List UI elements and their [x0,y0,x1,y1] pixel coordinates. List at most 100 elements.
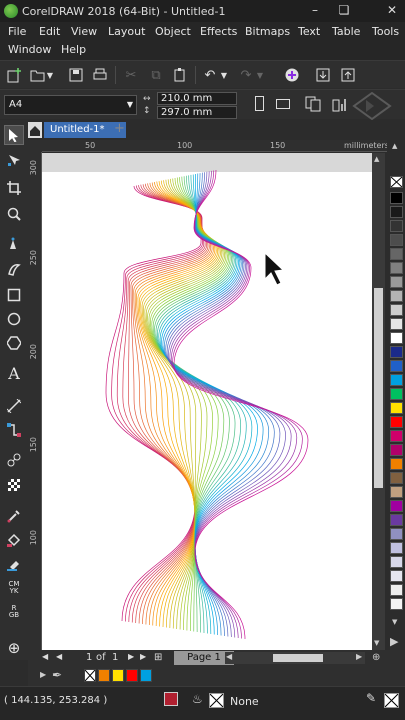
eyedropper-tool-icon[interactable] [4,506,24,526]
transparency-tool-icon[interactable] [4,475,24,495]
zoom-tool-icon[interactable] [4,204,24,224]
vertical-scrollbar[interactable]: ▲ ▼ [372,153,385,650]
add-tool-icon[interactable]: ⊕ [4,638,24,658]
scroll-right-icon[interactable]: ▶ [356,652,362,661]
palette-menu-icon[interactable]: ▶ [390,635,398,648]
menu-window[interactable]: Window [8,43,51,56]
blend-artwork[interactable] [42,153,372,650]
home-icon[interactable] [28,122,42,138]
restore-icon[interactable]: ❏ [336,2,352,18]
fill-bucket-icon[interactable]: ♨ [192,692,208,708]
export-icon[interactable] [338,65,358,85]
undo-icon[interactable]: ↶ [200,65,220,85]
menu-file[interactable]: File [8,25,26,38]
palette-down-icon[interactable]: ▼ [392,618,397,626]
all-pages-icon[interactable] [305,96,321,112]
cut-icon[interactable]: ✂ [121,65,141,85]
shape-tool-icon[interactable] [4,150,24,170]
smart-fill-icon[interactable] [4,554,24,574]
new-document-icon[interactable] [4,65,24,85]
last-page-icon[interactable]: ▶ [140,652,146,661]
document-palette-swatch[interactable] [140,669,152,682]
outline-none-swatch[interactable] [384,693,399,708]
portrait-icon[interactable] [255,96,264,111]
text-tool-icon[interactable]: A [4,363,24,383]
parallel-dimension-icon[interactable] [4,396,24,416]
pick-tool-icon[interactable] [4,125,24,145]
palette-swatch[interactable] [390,262,403,274]
palette-swatch[interactable] [390,500,403,512]
scroll-down-icon[interactable]: ▼ [374,639,379,647]
document-palette-swatch[interactable] [126,669,138,682]
palette-swatch[interactable] [390,472,403,484]
palette-swatch[interactable] [390,388,403,400]
palette-swatch[interactable] [390,528,403,540]
palette-swatch[interactable] [390,374,403,386]
palette-up-icon[interactable]: ▲ [392,142,397,150]
rgb-tool-icon[interactable]: R GB [4,602,24,622]
palette-swatch[interactable] [390,430,403,442]
menu-edit[interactable]: Edit [39,25,60,38]
no-color-swatch[interactable] [84,669,96,682]
import-icon[interactable] [313,65,333,85]
landscape-icon[interactable] [276,99,290,109]
artistic-media-icon[interactable] [4,259,24,279]
interactive-fill-icon[interactable] [4,530,24,550]
palette-swatch[interactable] [390,346,403,358]
drawing-canvas[interactable] [42,153,372,650]
vertical-ruler[interactable]: 300 250 200 150 100 [28,152,42,650]
palette-swatch[interactable] [390,598,403,610]
menu-tools[interactable]: Tools [372,25,399,38]
menu-bitmaps[interactable]: Bitmaps [245,25,290,38]
redo-icon[interactable]: ↷ [236,65,256,85]
menu-object[interactable]: Object [155,25,191,38]
doc-palette-menu-icon[interactable]: ▶ [40,670,46,679]
palette-swatch[interactable] [390,556,403,568]
palette-swatch[interactable] [390,206,403,218]
palette-swatch[interactable] [390,584,403,596]
page-size-select[interactable]: A4 ▼ [4,95,137,115]
ellipse-tool-icon[interactable] [4,309,24,329]
rectangle-tool-icon[interactable] [4,285,24,305]
paste-icon[interactable] [170,65,190,85]
menu-layout[interactable]: Layout [108,25,145,38]
palette-swatch[interactable] [390,360,403,372]
palette-swatch[interactable] [390,458,403,470]
crop-tool-icon[interactable] [4,178,24,198]
outline-pen-icon[interactable]: ✎ [366,691,380,709]
search-content-icon[interactable] [282,65,302,85]
polygon-tool-icon[interactable] [4,333,24,353]
palette-swatch[interactable] [390,514,403,526]
close-icon[interactable]: ✕ [384,2,400,18]
fill-none-swatch[interactable] [209,693,224,708]
blend-tool-icon[interactable] [4,450,24,470]
freehand-tool-icon[interactable] [4,233,24,253]
horizontal-scrollbar[interactable]: ◀ ▶ [225,652,365,664]
menu-text[interactable]: Text [298,25,320,38]
minimize-icon[interactable]: – [307,2,323,18]
page-width-field[interactable]: 210.0 mm [157,92,237,105]
palette-swatch[interactable] [390,318,403,330]
page-height-field[interactable]: 297.0 mm [157,106,237,119]
palette-swatch[interactable] [390,234,403,246]
redo-dropdown-icon[interactable]: ▼ [254,65,266,85]
undo-dropdown-icon[interactable]: ▼ [218,65,230,85]
palette-swatch[interactable] [390,444,403,456]
save-icon[interactable] [66,65,86,85]
no-color-swatch[interactable] [390,176,403,188]
first-page-icon[interactable]: ◀ [42,652,48,661]
palette-swatch[interactable] [390,402,403,414]
open-dropdown-icon[interactable]: ▼ [44,65,56,85]
print-icon[interactable] [90,65,110,85]
menu-view[interactable]: View [71,25,97,38]
cmyk-tool-icon[interactable]: CM YK [4,578,24,598]
add-tab-button[interactable]: + [114,121,125,136]
palette-swatch[interactable] [390,304,403,316]
ruler-origin[interactable] [28,140,42,152]
document-color-icon[interactable] [164,692,178,706]
palette-swatch[interactable] [390,248,403,260]
page-layout-icon[interactable] [332,96,348,112]
connector-tool-icon[interactable] [4,420,24,440]
palette-swatch[interactable] [390,486,403,498]
menu-effects[interactable]: Effects [200,25,237,38]
